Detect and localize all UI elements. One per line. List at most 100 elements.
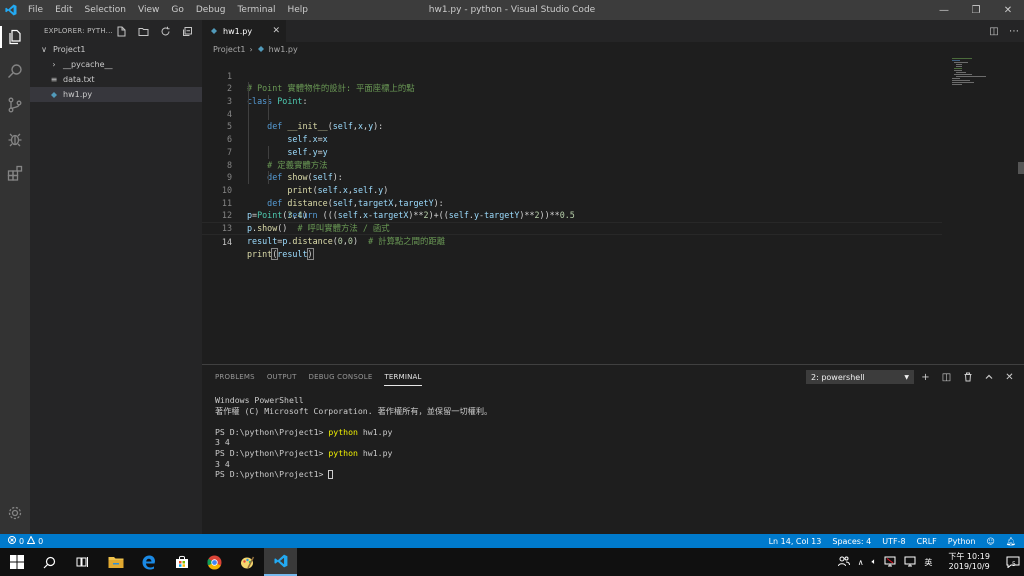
code-line: 7 def show(self): — [202, 133, 942, 182]
tab-hw1-py[interactable]: hw1.py ✕ — [202, 20, 286, 42]
terminal-command: python — [328, 447, 358, 458]
menu-debug[interactable]: Debug — [190, 0, 232, 20]
breadcrumb-file[interactable]: hw1.py — [269, 45, 298, 54]
refresh-icon[interactable] — [158, 24, 172, 38]
error-icon — [8, 536, 16, 546]
error-count: 0 — [19, 536, 25, 546]
tab-problems[interactable]: PROBLEMS — [215, 369, 255, 385]
code-line: 10 return (((self.x-targetX)**2)+((self.… — [202, 171, 942, 220]
new-terminal-icon[interactable]: + — [915, 369, 936, 385]
tree-item-data-txt[interactable]: ≡ data.txt — [30, 72, 202, 87]
window-controls: — ❐ ✕ — [928, 0, 1024, 20]
store-icon[interactable] — [165, 548, 198, 576]
network-icon[interactable] — [880, 556, 900, 569]
code-line-current: 14 print(result) — [202, 221, 942, 261]
close-icon[interactable]: ✕ — [992, 0, 1024, 20]
code-editor[interactable]: 1 # Point 實體物件的設計: 平面座標上的點 2 class Point… — [202, 57, 942, 357]
menu-help[interactable]: Help — [281, 0, 314, 20]
clock[interactable]: 下午 10:19 2019/10/9 — [936, 552, 1002, 572]
terminal-line: 3 4 — [215, 437, 230, 448]
title-bar: File Edit Selection View Go Debug Termin… — [0, 0, 1024, 20]
split-terminal-icon[interactable]: ◫ — [936, 369, 957, 385]
tab-terminal[interactable]: TERMINAL — [384, 369, 422, 386]
notification-count: 5 — [1012, 561, 1016, 568]
tree-item-pycache[interactable]: › __pycache__ — [30, 57, 202, 72]
extensions-icon[interactable] — [0, 156, 30, 190]
code-line: 9 def distance(self,targetX,targetY): — [202, 158, 942, 208]
code-line: 4 self.x=x — [202, 95, 942, 144]
tree-item-hw1-py[interactable]: hw1.py — [30, 87, 202, 102]
tree-item-label: hw1.py — [63, 90, 93, 99]
warning-icon — [26, 535, 36, 546]
paint-icon[interactable] — [231, 548, 264, 576]
ime-indicator[interactable]: 英 — [920, 557, 936, 568]
menu-view[interactable]: View — [132, 0, 165, 20]
chevron-up-icon[interactable]: ∧ — [854, 558, 868, 567]
text-file-icon: ≡ — [50, 75, 58, 84]
status-right: Ln 14, Col 13 Spaces: 4 UTF-8 CRLF Pytho… — [769, 537, 1024, 546]
edge-browser-icon[interactable] — [132, 548, 165, 576]
breadcrumb-folder[interactable]: Project1 — [213, 45, 245, 54]
notification-center-icon[interactable]: 5 — [1002, 556, 1024, 568]
bottom-panel: PROBLEMS OUTPUT DEBUG CONSOLE TERMINAL 2… — [202, 364, 1024, 534]
vscode-taskbar-icon[interactable] — [264, 548, 297, 576]
explorer-icon[interactable] — [0, 20, 30, 54]
terminal-line: PS D:\python\Project1> python hw1.py — [215, 448, 492, 459]
people-icon[interactable] — [834, 556, 854, 569]
problems-indicator[interactable]: 0 0 — [0, 535, 43, 546]
trash-icon[interactable] — [957, 369, 978, 385]
line-content: result=p.distance(0,0) # 計算點之間的距離 — [247, 235, 446, 246]
chrome-icon[interactable] — [198, 548, 231, 576]
language-mode[interactable]: Python — [948, 537, 976, 546]
menu-selection[interactable]: Selection — [79, 0, 132, 20]
menu-edit[interactable]: Edit — [49, 0, 78, 20]
feedback-smiley-icon[interactable]: ☺ — [987, 537, 995, 546]
activity-bar — [0, 20, 30, 534]
line-ending[interactable]: CRLF — [917, 537, 937, 546]
code-line: 8 print(self.x,self.y) — [202, 145, 942, 195]
monitor-icon[interactable] — [900, 556, 920, 569]
minimize-icon[interactable]: — — [928, 0, 960, 20]
terminal-arg: hw1.py — [357, 447, 393, 458]
collapse-all-icon[interactable] — [180, 24, 194, 38]
explorer-sidebar: EXPLORER: PYTH... ∨ Project1 › __pycache… — [30, 20, 202, 534]
folder-project1[interactable]: ∨ Project1 — [30, 42, 202, 57]
restore-icon[interactable]: ❐ — [960, 0, 992, 20]
windows-start-icon[interactable] — [0, 548, 33, 576]
menu-file[interactable]: File — [22, 0, 49, 20]
code-line: 3 def __init__(self,x,y): — [202, 82, 942, 131]
menu-terminal[interactable]: Terminal — [231, 0, 281, 20]
search-icon[interactable] — [0, 54, 30, 88]
bell-icon[interactable]: 🔔︎ — [1006, 537, 1016, 546]
code-line: 11 p=Point(3,4) — [202, 184, 942, 221]
settings-gear-icon[interactable] — [0, 496, 30, 530]
more-actions-icon[interactable]: ⋯ — [1004, 20, 1024, 42]
python-file-icon — [257, 45, 265, 53]
task-view-icon[interactable] — [66, 548, 99, 576]
editor-scrollbar[interactable] — [1018, 162, 1024, 174]
new-file-icon[interactable] — [114, 24, 128, 38]
indentation[interactable]: Spaces: 4 — [832, 537, 871, 546]
encoding[interactable]: UTF-8 — [882, 537, 905, 546]
volume-icon[interactable]: 🔈︎ — [868, 557, 881, 567]
terminal-select[interactable]: 2: powershell ▼ — [806, 370, 914, 384]
close-panel-icon[interactable]: ✕ — [999, 369, 1020, 385]
line-number: 14 — [221, 236, 232, 247]
file-explorer-icon[interactable] — [99, 548, 132, 576]
debug-icon[interactable] — [0, 122, 30, 156]
tab-output[interactable]: OUTPUT — [267, 369, 297, 385]
new-folder-icon[interactable] — [136, 24, 150, 38]
panel-actions: + ◫ ✕ — [915, 369, 1020, 385]
maximize-panel-icon[interactable] — [978, 369, 999, 385]
cursor-position[interactable]: Ln 14, Col 13 — [769, 537, 822, 546]
menu-go[interactable]: Go — [165, 0, 189, 20]
split-editor-icon[interactable]: ◫ — [984, 20, 1004, 42]
source-control-icon[interactable] — [0, 88, 30, 122]
close-tab-icon[interactable]: ✕ — [272, 26, 280, 36]
explorer-title: EXPLORER: PYTH... — [44, 27, 113, 35]
minimap[interactable] — [948, 57, 1008, 357]
search-icon[interactable] — [33, 548, 66, 576]
terminal-prompt: PS D:\python\Project1> — [215, 447, 329, 458]
tab-debug-console[interactable]: DEBUG CONSOLE — [309, 369, 373, 385]
terminal-output[interactable]: Windows PowerShell 著作權 (C) Microsoft Cor… — [215, 395, 492, 480]
